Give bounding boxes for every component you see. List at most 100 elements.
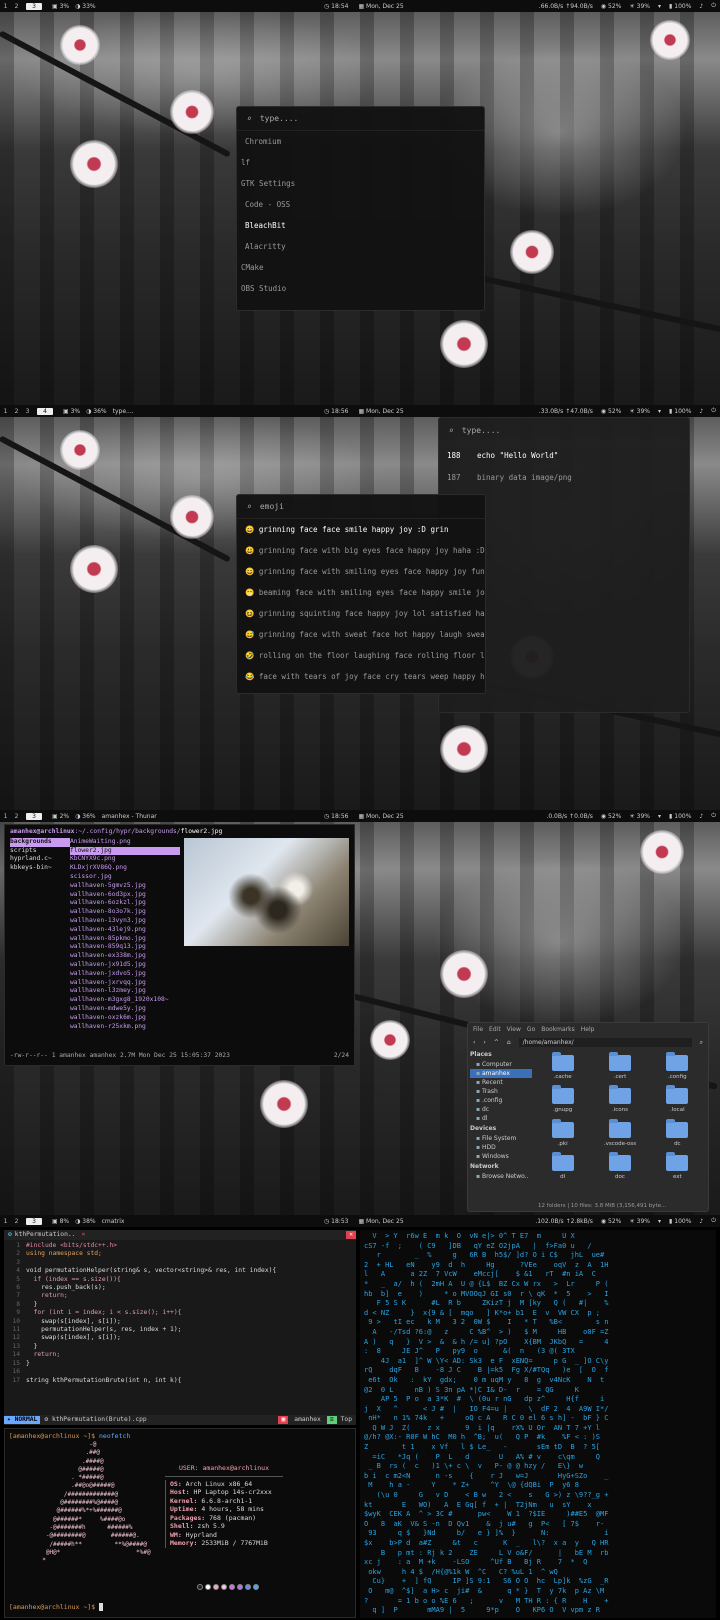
power-icon[interactable]: ⏻ [711,1217,716,1225]
lf-file-entry[interactable]: AnimeWaiting.png [70,838,180,847]
menu-go[interactable]: Go [527,1026,535,1033]
lf-file-entry[interactable]: wallhaven-85pkmo.jpg [70,935,180,944]
lf-file-entry[interactable]: KbCNYX9c.png [70,855,180,864]
lf-dir-entry[interactable]: backgrounds [10,837,70,847]
lf-file-entry[interactable]: wallhaven-6od3px.jpg [70,891,180,900]
lf-dir-entry[interactable]: hyprland.c~ [10,855,70,864]
emoji-item[interactable]: 🤣 rolling on the floor laughing face rol… [237,645,485,666]
lf-file-entry[interactable]: wallhaven-jxrvqq.jpg [70,979,180,988]
folder-item[interactable]: dl [534,1151,591,1181]
folder-item[interactable]: .local [649,1085,706,1114]
place-item[interactable]: ▪ amanhex [470,1069,532,1078]
wifi-icon[interactable]: ▾ [658,813,661,820]
emoji-item[interactable]: 😆 grinning squinting face happy joy lol … [237,603,485,624]
lf-dir-entry[interactable]: kbkeys-bin~ [10,864,70,873]
emoji-item[interactable]: 😄 grinning face with smiling eyes face h… [237,561,485,582]
lf-file-entry[interactable]: flower2.jpg [70,846,180,856]
emoji-item[interactable]: 😅 grinning face with sweat face hot happ… [237,624,485,645]
launcher-item[interactable]: Chromium [237,131,484,152]
launcher-item[interactable]: lf [237,152,484,173]
date[interactable]: ▦ Mon, Dec 25 [358,813,403,820]
forward-icon[interactable]: › [483,1039,485,1046]
folder-item[interactable]: .pki [534,1118,591,1148]
menu-help[interactable]: Help [581,1026,595,1033]
bell-icon[interactable]: ♪ [699,408,703,415]
bell-icon[interactable]: ♪ [699,813,703,820]
launcher-item[interactable]: OBS Studio [237,278,484,299]
workspace-2[interactable]: 2 [11,3,22,10]
brightness[interactable]: ☀ 39% [629,408,650,415]
path-bar[interactable]: /home/amanhex/ [518,1038,692,1047]
workspace-3[interactable]: 3 [26,812,42,820]
clock[interactable]: ◷ 18:53 [324,1218,348,1225]
lf-file-entry[interactable]: wallhaven-859q13.jpg [70,943,180,952]
lf-file-entry[interactable]: wallhaven-jx91d5.jpg [70,961,180,970]
wifi-icon[interactable]: ▾ [658,408,661,415]
wifi-icon[interactable]: ▾ [658,3,661,10]
lf-file-entry[interactable]: wallhaven-8o3o7k.jpg [70,908,180,917]
lf-file-entry[interactable]: wallhaven-l3zmey.jpg [70,987,180,996]
clipboard-item[interactable]: 187 binary data image/png [439,466,689,488]
lf-file-entry[interactable]: wallhaven-oxzk6m.jpg [70,1014,180,1023]
launcher-item[interactable]: Alacritty [237,236,484,257]
folder-item[interactable]: ext [649,1151,706,1181]
lf-dir-entry[interactable]: scripts [10,847,70,856]
clock[interactable]: ◷ 18:54 [324,3,348,10]
workspace-2[interactable]: 2 [11,408,22,415]
folder-item[interactable]: .vscode-oss [591,1118,648,1148]
folder-item[interactable]: doc [591,1151,648,1181]
clock[interactable]: ◷ 18:56 [324,813,348,820]
workspace-3[interactable]: 3 [26,1217,42,1225]
workspace-1[interactable]: 1 [0,3,11,10]
power-icon[interactable]: ⏻ [711,407,716,415]
wifi-icon[interactable]: ▾ [658,1218,661,1225]
lf-file-entry[interactable]: wallhaven-13vyn3.jpg [70,917,180,926]
date[interactable]: ▦ Mon, Dec 25 [358,408,403,415]
cmatrix-terminal[interactable]: V > Y r6w E m k O vN e|> 0^ T E7 m U X c… [360,1230,716,1618]
place-item[interactable]: ▪ Trash [470,1087,532,1096]
launcher-item[interactable]: CMake [237,257,484,278]
neofetch-terminal[interactable]: [amanhex@archlinux ~]$ neofetch -@ .##@ … [4,1428,356,1618]
date[interactable]: ▦ Mon, Dec 25 [358,1218,403,1225]
lf-file-entry[interactable]: wallhaven-43lej9.png [70,926,180,935]
brightness[interactable]: ☀ 39% [629,1218,650,1225]
folder-item[interactable]: .icons [591,1085,648,1114]
folder-item[interactable]: dc [649,1118,706,1148]
folder-item[interactable]: .gnupg [534,1085,591,1114]
lf-file-entry[interactable]: wallhaven-r25xkm.png [70,1023,180,1032]
clock[interactable]: ◷ 18:56 [324,408,348,415]
lf-file-entry[interactable]: wallhaven-6ozkzl.jpg [70,899,180,908]
menu-file[interactable]: File [473,1026,483,1033]
lf-file-entry[interactable]: wallhaven-5gmvz5.jpg [70,882,180,891]
place-item[interactable]: ▪ Computer [470,1060,532,1069]
place-item[interactable]: ▪ dc [470,1105,532,1114]
home-icon[interactable]: ⌂ [507,1039,511,1046]
clipboard-search[interactable]: ⌕ type.... [439,418,689,444]
search-icon[interactable]: ⌕ [700,1039,703,1047]
workspace-1[interactable]: 1 [0,813,11,820]
launcher-item[interactable]: GTK Settings [237,173,484,194]
menu-edit[interactable]: Edit [489,1026,501,1033]
bell-icon[interactable]: ♪ [699,1218,703,1225]
power-icon[interactable]: ⏻ [711,812,716,820]
lf-file-entry[interactable]: wallhaven-jxdvo5.jpg [70,970,180,979]
workspace-1[interactable]: 1 [0,1218,11,1225]
lf-file-entry[interactable]: scissor.jpg [70,873,180,882]
emoji-item[interactable]: 😃 grinning face with big eyes face happy… [237,540,485,561]
brightness[interactable]: ☀ 39% [629,3,650,10]
lf-file-entry[interactable]: wallhaven-ex338m.jpg [70,952,180,961]
workspace-2[interactable]: 2 [11,1218,22,1225]
launcher-search[interactable]: ⌕ type.... [237,107,484,131]
emoji-item[interactable]: 😁 beaming face with smiling eyes face ha… [237,582,485,603]
date[interactable]: ▦ Mon, Dec 25 [358,3,403,10]
lf-file-entry[interactable]: wallhaven-m3gxg8_1920x108~ [70,996,180,1005]
close-icon[interactable]: × [81,1231,85,1239]
place-item[interactable]: ▪ dl [470,1114,532,1123]
folder-item[interactable]: .cert [591,1052,648,1081]
lf-terminal[interactable]: amanhex@archlinux:~/.config/hypr/backgro… [4,824,355,1066]
place-item[interactable]: ▪ .config [470,1096,532,1105]
lf-file-entry[interactable]: KLDxjrXV86Q.png [70,864,180,873]
workspace-3[interactable]: 3 [26,2,42,10]
device-item[interactable]: ▪ Windows [470,1152,532,1161]
workspace-2[interactable]: 2 [11,813,22,820]
